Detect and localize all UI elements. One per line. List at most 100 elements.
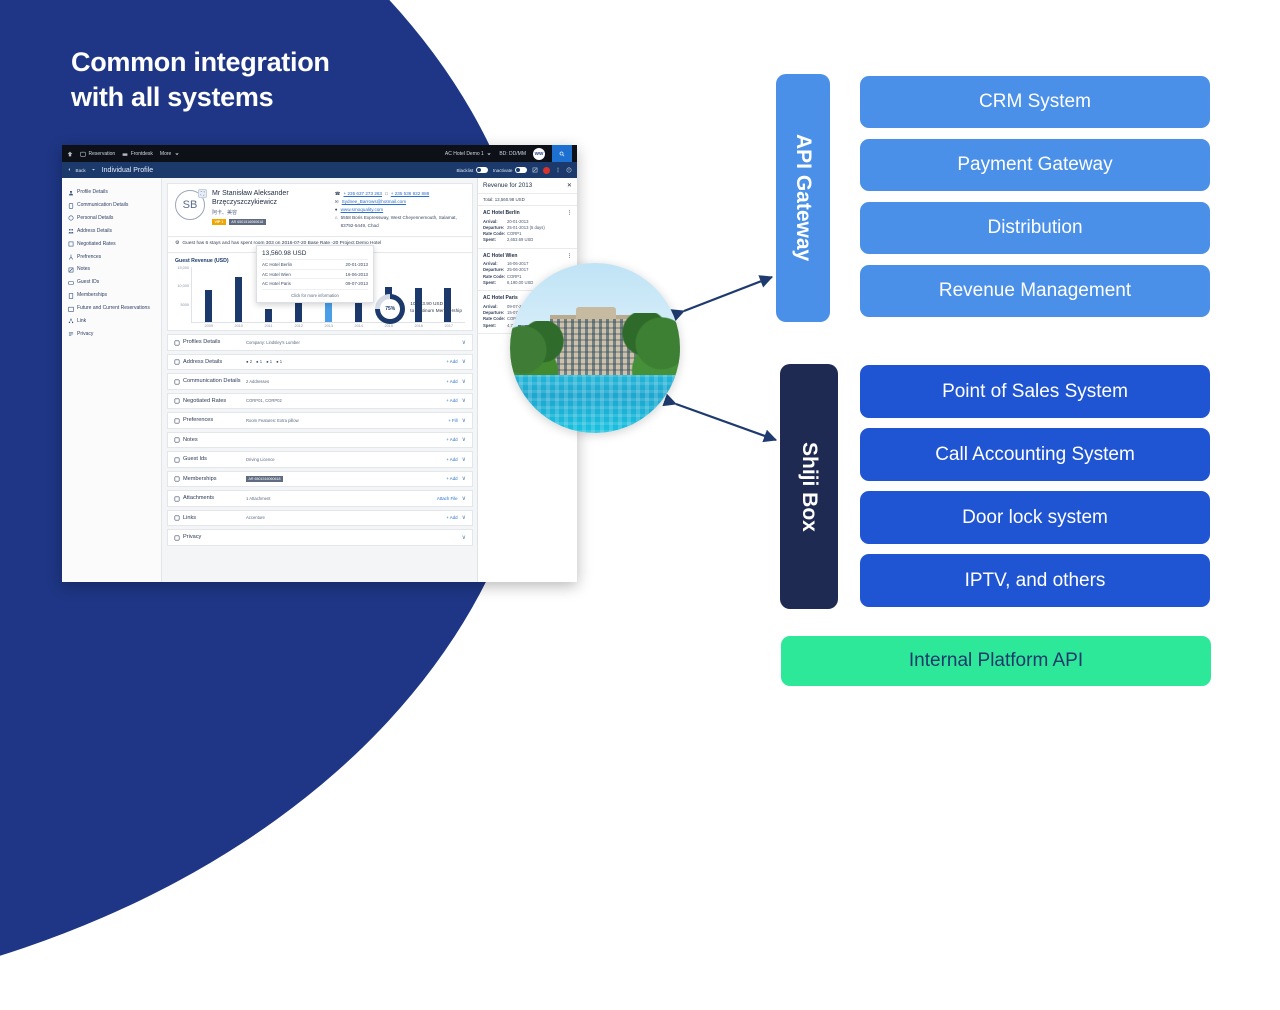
tooltip-more-link[interactable]: Click for more information (262, 289, 368, 298)
box-revenue-management[interactable]: Revenue Management (860, 265, 1210, 317)
phone-icon (174, 379, 180, 385)
accordion-action[interactable]: + Add (446, 457, 457, 462)
sidebar-item-memberships[interactable]: Memberships (62, 289, 161, 302)
chevron-down-icon[interactable]: ∨ (462, 475, 466, 482)
api-gateway-group: API Gateway (776, 74, 830, 322)
chart-bar[interactable] (235, 277, 243, 322)
sidebar-label: Notes (77, 266, 91, 273)
accordion-action[interactable]: + Add (446, 437, 457, 442)
chevron-down-icon[interactable]: ∨ (462, 534, 466, 541)
property-selector[interactable]: AC Hotel Demo 1 (445, 151, 492, 157)
accordion-action[interactable]: + Fill (448, 418, 457, 423)
chevron-down-icon[interactable] (91, 167, 97, 173)
sidebar-item-guest-ids[interactable]: Guest IDs (62, 276, 161, 289)
chevron-down-icon[interactable]: ∨ (462, 378, 466, 385)
api-gateway-tab[interactable]: API Gateway (776, 74, 830, 322)
box-crm-system[interactable]: CRM System (860, 76, 1210, 128)
avatar[interactable]: SB ⛶ (175, 189, 207, 220)
shiji-box-tab[interactable]: Shiji Box (780, 364, 838, 609)
chevron-down-icon[interactable]: ∨ (462, 456, 466, 463)
chevron-down-icon[interactable]: ∨ (462, 436, 466, 443)
phone-primary[interactable]: + 235 637 273 263 (344, 190, 382, 198)
box-payment-gateway[interactable]: Payment Gateway (860, 139, 1210, 191)
accordion-row[interactable]: Notes + Add ∨ (167, 431, 473, 449)
sidebar-item-personal-details[interactable]: Personal Details (62, 212, 161, 225)
progress-text: 10,563.90 USD to Platinum Membership (410, 302, 462, 315)
sidebar-item-negotiated-rates[interactable]: Negotiated Rates (62, 238, 161, 251)
chevron-down-icon[interactable]: ∨ (462, 495, 466, 502)
app-body: Profile Details Communication Details Pe… (62, 178, 577, 582)
accordion-row[interactable]: Attachments 1 Attachment Attach File ∨ (167, 490, 473, 507)
topbar-item-reservation[interactable]: Reservation (80, 151, 115, 157)
back-button[interactable]: Back (67, 167, 86, 173)
alert-icon[interactable] (543, 166, 550, 174)
chevron-down-icon[interactable]: ∨ (462, 397, 466, 404)
accordion-row[interactable]: Preferences Room Features: Extra pillow + … (167, 412, 473, 429)
box-distribution[interactable]: Distribution (860, 202, 1210, 254)
revenue-hotel-name: AC Hotel Wien ⋮ (483, 252, 572, 259)
sidebar-item-address-details[interactable]: Address Details (62, 225, 161, 238)
accordion-action[interactable]: + Add (446, 359, 457, 364)
accordion-label: Communication Details (174, 378, 242, 385)
accordion-action[interactable]: + Add (446, 398, 457, 403)
chevron-down-icon[interactable]: ∨ (462, 417, 466, 424)
subbar-title: Individual Profile (101, 166, 154, 174)
rates-icon (68, 241, 74, 247)
accordion-row[interactable]: Address Details ● 2 ● 1 ● 1 ● 1 + Add ∨ (167, 353, 473, 371)
sidebar-item-preferences[interactable]: Prefrences (62, 250, 161, 263)
accordion-row[interactable]: Profiles Details Company: Lindsley's Lumb… (167, 334, 473, 351)
box-internal-platform-api[interactable]: Internal Platform API (781, 636, 1211, 686)
kebab-menu-icon[interactable]: ⋮ (567, 253, 572, 259)
avatar[interactable]: WW (533, 147, 545, 160)
box-door-lock-system[interactable]: Door lock system (860, 491, 1210, 544)
edit-icon[interactable] (532, 167, 538, 173)
camera-icon[interactable]: ⛶ (198, 189, 207, 198)
accordion-label: Memberships (174, 476, 242, 483)
kebab-menu-icon[interactable]: ⋮ (567, 210, 572, 216)
chevron-down-icon[interactable]: ∨ (462, 358, 466, 365)
chart-bar[interactable] (265, 308, 273, 322)
box-point-of-sales-system[interactable]: Point of Sales System (860, 365, 1210, 418)
close-icon[interactable]: ✕ (567, 182, 572, 189)
sidebar-item-link[interactable]: Link (62, 315, 161, 328)
phone-mobile[interactable]: + 235 536 832 888 (391, 190, 429, 198)
toggle-switch[interactable] (515, 167, 527, 173)
accordion-action[interactable]: + Add (446, 379, 457, 384)
accordion-row[interactable]: Guest Ids Driving Licence + Add ∨ (167, 451, 473, 468)
preferences-icon (68, 254, 74, 260)
accordion-row[interactable]: Links Accenture + Add ∨ (167, 509, 473, 527)
accordion-action[interactable]: + Add (446, 515, 457, 520)
home-icon[interactable] (67, 151, 73, 157)
accordion-row[interactable]: Communication Details 2 Addresses + Add ∨ (167, 373, 473, 390)
accordion-row[interactable]: Memberships AR 6501516060618 + Add ∨ (167, 470, 473, 488)
sidebar-item-communication-details[interactable]: Communication Details (62, 199, 161, 212)
chevron-down-icon[interactable]: ∨ (462, 339, 466, 346)
accordion-action[interactable]: Attach File (437, 496, 458, 501)
accordion-value: Driving Licence (246, 456, 275, 462)
blacklist-toggle[interactable]: Blacklist (456, 167, 488, 173)
email-value[interactable]: Sydnee_Barrows@hotmail.com (342, 198, 406, 206)
topbar-item-more[interactable]: More (160, 151, 180, 157)
chevron-down-icon[interactable]: ∨ (462, 514, 466, 521)
accordion-label-text: Privacy (183, 534, 202, 541)
accordion-row[interactable]: Negotiated Rates CORP01, CORP02 + Add ∨ (167, 392, 473, 410)
kebab-menu-icon[interactable] (555, 167, 561, 173)
topbar-item-frontdesk[interactable]: Frontdesk (122, 151, 153, 157)
accordion-action[interactable]: + Add (446, 476, 457, 481)
search-icon[interactable] (552, 145, 572, 162)
progress-donut: 75% (375, 294, 406, 325)
sidebar-item-notes[interactable]: Notes (62, 263, 161, 276)
inactivate-toggle[interactable]: Inactivate (493, 167, 527, 173)
box-iptv-and-others[interactable]: IPTV, and others (860, 554, 1210, 607)
accordion-row[interactable]: Privacy ∨ (167, 529, 473, 546)
website-value[interactable]: www.smoquality.com (341, 206, 384, 214)
address-icon (174, 359, 180, 365)
help-icon[interactable] (566, 167, 572, 173)
toggle-switch[interactable] (475, 167, 488, 173)
chart-bar[interactable] (205, 290, 213, 322)
chevron-left-icon (67, 167, 73, 173)
sidebar-item-profile-details[interactable]: Profile Details (62, 186, 161, 199)
sidebar-item-future-reservations[interactable]: Future and Current Reservations (62, 302, 161, 315)
sidebar-item-privacy[interactable]: Privacy (62, 328, 161, 341)
box-call-accounting-system[interactable]: Call Accounting System (860, 428, 1210, 481)
